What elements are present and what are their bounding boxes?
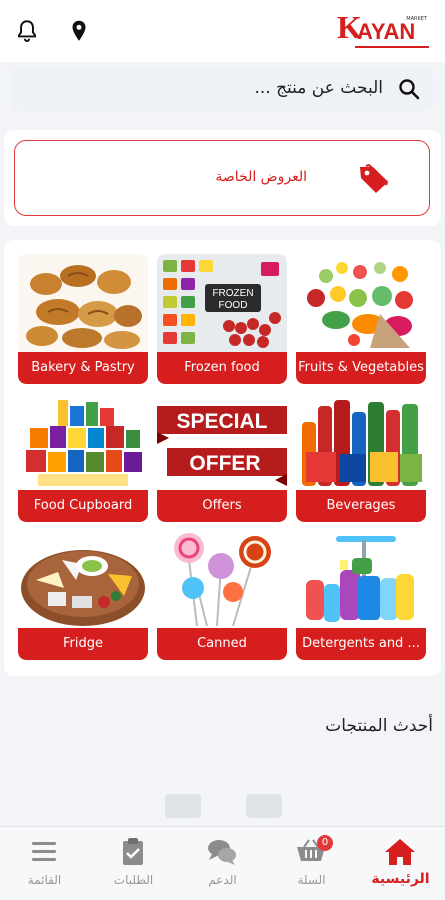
category-label: Fridge [18, 628, 148, 660]
frozen-sign-text-1: FROZEN [212, 288, 253, 299]
location-pin-icon[interactable] [66, 18, 92, 44]
category-label: Canned [157, 628, 287, 660]
special-offers-card: العروض الخاصة [4, 130, 441, 226]
category-food-cupboard[interactable]: Food Cupboard [18, 392, 148, 522]
product-placeholder [165, 794, 201, 818]
category-detergents[interactable]: Detergents and ... [296, 530, 426, 660]
product-placeholder [246, 794, 282, 818]
categories-grid: Bakery & Pastry FROZEN FOOD Frozen food … [4, 240, 441, 676]
nav-menu[interactable]: القائمة [0, 827, 89, 900]
latest-products-title: أحدث المنتجات [325, 716, 433, 736]
nav-label: الطلبات [113, 873, 154, 887]
nav-label: الرئيسية [371, 871, 430, 887]
category-fruits-vegetables[interactable]: Fruits & Vegetables [296, 254, 426, 384]
special-offers-button[interactable]: العروض الخاصة [14, 140, 430, 216]
home-icon [385, 839, 415, 865]
offer-text: OFFER [189, 452, 260, 475]
detergents-image [296, 530, 426, 628]
special-text: SPECIAL [176, 410, 267, 433]
clipboard-check-icon [123, 838, 143, 865]
app-header: K AYAN MARKET [0, 0, 445, 62]
logo-mark: MARKET [406, 16, 427, 22]
category-label: Beverages [296, 490, 426, 522]
frozen-food-image: FROZEN FOOD [157, 254, 287, 352]
nav-label: القائمة [27, 873, 62, 887]
food-cupboard-image [18, 392, 148, 490]
search-input[interactable]: البحث عن منتج ... [254, 78, 383, 98]
category-offers[interactable]: SPECIAL OFFER Offers [157, 392, 287, 522]
special-offers-label: العروض الخاصة [215, 169, 307, 185]
category-label: Frozen food [157, 352, 287, 384]
nav-label: الدعم [208, 873, 237, 887]
category-canned[interactable]: Canned [157, 530, 287, 660]
cheese-platter-image [18, 530, 148, 628]
bakery-image [18, 254, 148, 352]
latest-products-section: أحدث المنتجات [0, 690, 445, 826]
nav-orders[interactable]: الطلبات [89, 827, 178, 900]
beverages-image [296, 392, 426, 490]
category-frozen-food[interactable]: FROZEN FOOD Frozen food [157, 254, 287, 384]
fruits-vegetables-image [296, 254, 426, 352]
bell-icon[interactable] [14, 18, 40, 44]
search-bar[interactable]: البحث عن منتج ... [11, 67, 433, 111]
category-label: Offers [157, 490, 287, 522]
nav-home[interactable]: الرئيسية [356, 827, 445, 900]
category-bakery-pastry[interactable]: Bakery & Pastry [18, 254, 148, 384]
category-beverages[interactable]: Beverages [296, 392, 426, 522]
nav-support[interactable]: الدعم [178, 827, 267, 900]
frozen-sign-text-2: FOOD [219, 300, 248, 311]
category-label: Fruits & Vegetables [296, 352, 426, 384]
special-offer-image: SPECIAL OFFER [157, 392, 287, 490]
category-label: Detergents and ... [296, 628, 426, 660]
bottom-navigation: القائمة الطلبات الدعم 0 السلة الرئيسية [0, 826, 445, 900]
logo-underline [355, 46, 429, 48]
cart-count-badge: 0 [317, 835, 333, 851]
kayan-logo: K AYAN MARKET [337, 10, 429, 52]
lollipops-image [157, 530, 287, 628]
nav-label: السلة [297, 873, 326, 887]
search-icon[interactable] [397, 77, 421, 101]
category-fridge[interactable]: Fridge [18, 530, 148, 660]
menu-icon [32, 842, 56, 861]
logo-text: AYAN [357, 19, 416, 44]
nav-cart[interactable]: 0 السلة [267, 827, 356, 900]
category-label: Food Cupboard [18, 490, 148, 522]
tag-icon [360, 163, 389, 193]
category-label: Bakery & Pastry [18, 352, 148, 384]
chat-icon [208, 840, 236, 865]
